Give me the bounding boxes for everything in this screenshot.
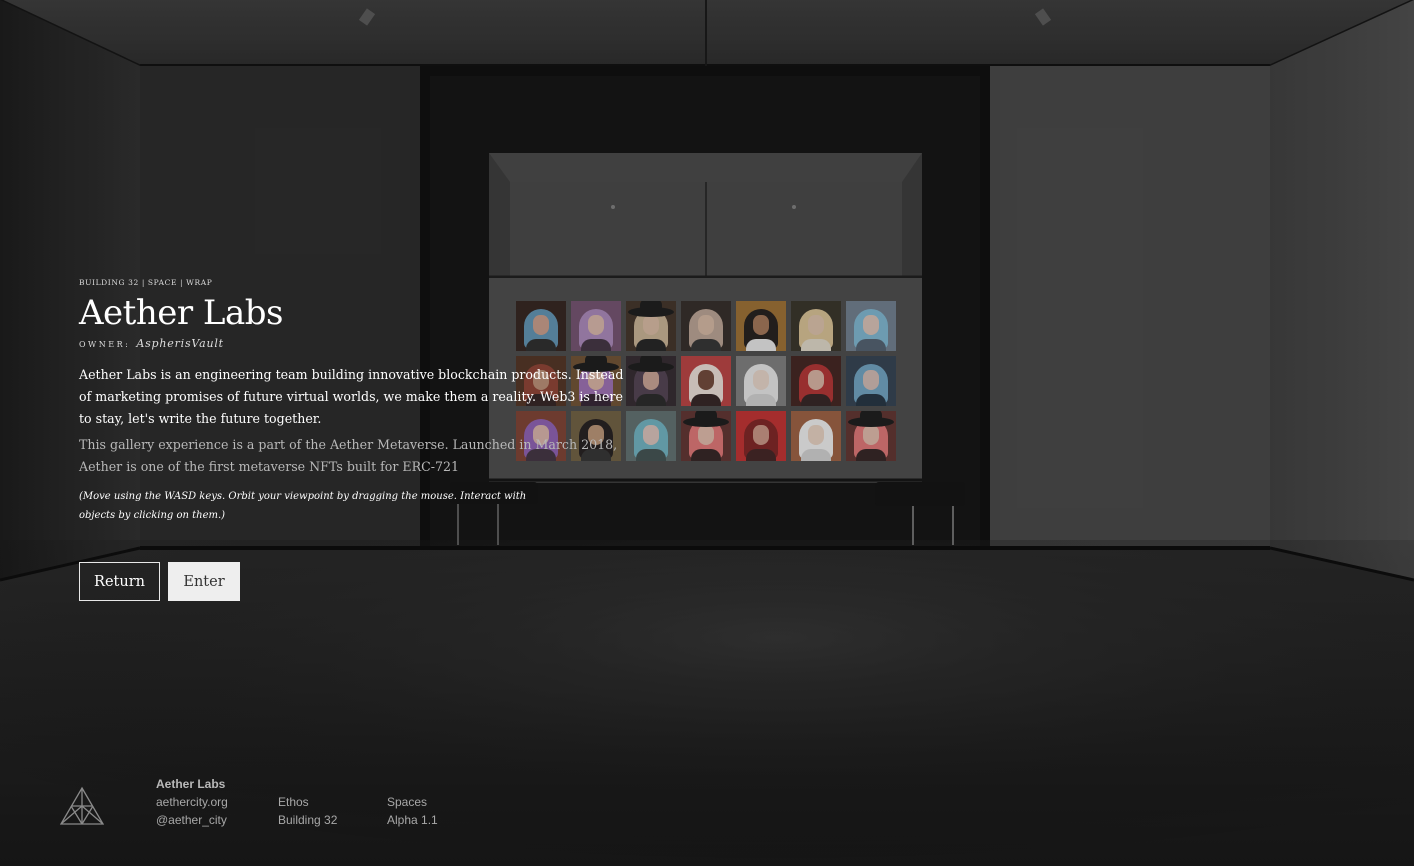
controls-hint: (Move using the WASD keys. Orbit your vi…	[79, 491, 527, 522]
breadcrumb: BUILDING 32 | SPACE | WRAP	[79, 278, 213, 287]
space-description: Aether Labs is an engineering team build…	[79, 367, 624, 427]
space-description-secondary: This gallery experience is a part of the…	[79, 437, 618, 475]
nft-hat	[848, 411, 894, 427]
footer: Aether Labs aethercity.org @aether_city …	[0, 770, 1414, 866]
action-buttons: Return Enter	[79, 562, 240, 601]
nft-body	[691, 394, 721, 406]
nft-body	[801, 394, 831, 406]
nft-face	[753, 370, 769, 390]
nft-body	[746, 339, 776, 351]
nft-body	[856, 339, 886, 351]
nft-artwork[interactable]	[846, 301, 896, 351]
footer-spaces-link[interactable]: Spaces	[387, 793, 438, 811]
return-button[interactable]: Return	[79, 562, 160, 601]
nft-body	[856, 394, 886, 406]
nft-body	[636, 339, 666, 351]
nft-artwork[interactable]	[791, 411, 841, 461]
nft-face	[643, 315, 659, 335]
nft-artwork[interactable]	[791, 301, 841, 351]
nft-body	[636, 449, 666, 461]
nft-face	[643, 425, 659, 445]
owner-name: AspherisVault	[136, 337, 224, 351]
footer-brand: Aether Labs	[156, 777, 226, 791]
space-info-panel: BUILDING 32 | SPACE | WRAP Aether Labs O…	[79, 278, 639, 525]
nft-face	[808, 315, 824, 335]
nft-body	[691, 449, 721, 461]
nft-artwork[interactable]	[791, 356, 841, 406]
nft-face	[753, 315, 769, 335]
nft-body	[801, 449, 831, 461]
nft-face	[698, 425, 714, 445]
nft-face	[698, 370, 714, 390]
nft-face	[863, 370, 879, 390]
nft-artwork[interactable]	[846, 356, 896, 406]
page-title: Aether Labs	[79, 293, 283, 333]
nft-body	[691, 339, 721, 351]
nft-face	[808, 370, 824, 390]
enter-button[interactable]: Enter	[168, 562, 240, 601]
footer-brand-column: Aether Labs aethercity.org @aether_city	[156, 775, 228, 829]
nft-body	[856, 449, 886, 461]
nft-hat	[683, 411, 729, 427]
nft-artwork[interactable]	[681, 411, 731, 461]
nft-artwork[interactable]	[681, 301, 731, 351]
owner-label: OWNER:	[79, 340, 131, 350]
footer-building-link[interactable]: Building 32	[278, 811, 337, 829]
footer-nav-column-2: Spaces Alpha 1.1	[387, 793, 438, 829]
nft-artwork[interactable]	[736, 356, 786, 406]
footer-website-link[interactable]: aethercity.org	[156, 793, 228, 811]
nft-artwork[interactable]	[681, 356, 731, 406]
footer-twitter-link[interactable]: @aether_city	[156, 811, 228, 829]
nft-face	[863, 315, 879, 335]
nft-face	[808, 425, 824, 445]
nft-body	[746, 394, 776, 406]
owner-row: OWNER: AspherisVault	[79, 337, 639, 350]
nft-body	[746, 449, 776, 461]
nft-face	[698, 315, 714, 335]
footer-nav-column-1: Ethos Building 32	[278, 793, 337, 829]
nft-artwork[interactable]	[736, 301, 786, 351]
aether-logo-icon[interactable]	[59, 786, 105, 826]
nft-artwork[interactable]	[736, 411, 786, 461]
nft-face	[643, 370, 659, 390]
nft-face	[863, 425, 879, 445]
footer-ethos-link[interactable]: Ethos	[278, 793, 337, 811]
nft-artwork[interactable]	[846, 411, 896, 461]
nft-body	[801, 339, 831, 351]
nft-face	[753, 425, 769, 445]
nft-body	[636, 394, 666, 406]
footer-version: Alpha 1.1	[387, 813, 438, 827]
